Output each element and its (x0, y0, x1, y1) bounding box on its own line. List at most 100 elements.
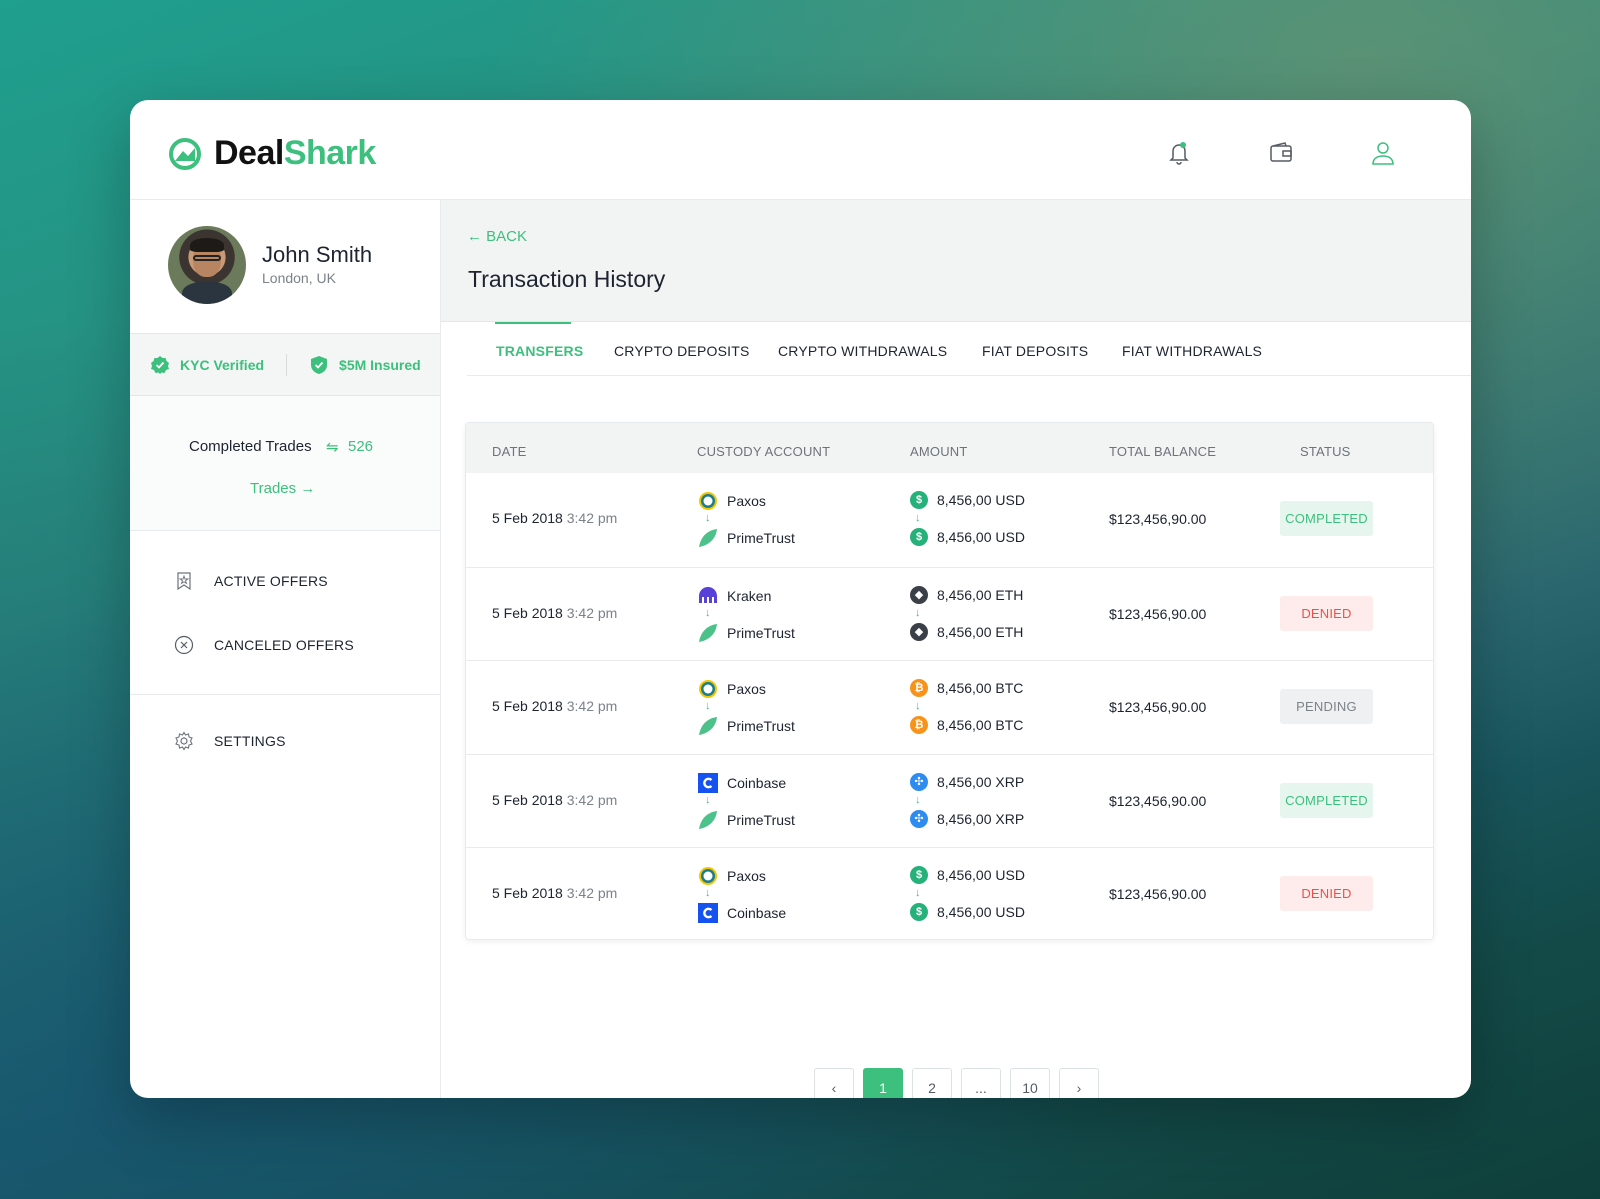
tab-fiat-deposits[interactable]: FIAT DEPOSITS (982, 343, 1088, 359)
amount-to-value: 8,456,00 USD (937, 904, 1025, 920)
cell-date: 5 Feb 2018 3:42 pm (492, 605, 617, 621)
arrow-down-icon: ↓ (705, 512, 711, 524)
destination-account-name: PrimeTrust (727, 811, 795, 828)
cell-date: 5 Feb 2018 3:42 pm (492, 792, 617, 808)
xrp-coin-icon: ✣ (910, 772, 928, 791)
date-text: 5 Feb 2018 (492, 791, 563, 808)
arrow-down-icon: ↓ (915, 793, 921, 806)
coinbase-logo-icon (697, 772, 719, 794)
arrow-down-icon: ↓ (705, 793, 711, 806)
total-balance: $123,456,90.00 (1109, 699, 1207, 715)
trades-link[interactable]: Trades → (250, 480, 315, 497)
page-button-2[interactable]: 2 (912, 1068, 952, 1098)
status-badge: PENDING (1280, 689, 1373, 724)
wallet-icon[interactable] (1268, 140, 1294, 166)
destination-account: PrimeTrust (697, 715, 795, 737)
avatar[interactable] (168, 226, 246, 304)
arrow-down-icon: ↓ (915, 887, 921, 899)
sidebar-item-label: CANCELED OFFERS (214, 637, 354, 653)
column-header-total-balance[interactable]: TOTAL BALANCE (1109, 444, 1216, 459)
back-button[interactable]: ← BACK (467, 228, 527, 245)
logo-icon (169, 137, 201, 170)
source-account-name: Paxos (727, 493, 766, 509)
circle-x-icon (174, 635, 194, 655)
primetrust-logo-icon (697, 527, 719, 549)
table-row[interactable]: 5 Feb 2018 3:42 pm Paxos ↓ Coinbase $8,4… (466, 847, 1433, 939)
amount-to-value: 8,456,00 ETH (937, 623, 1024, 640)
tab-transfers[interactable]: TRANSFERS (496, 343, 583, 359)
destination-account-name: PrimeTrust (727, 718, 795, 734)
arrow-left-icon: ← (467, 228, 482, 245)
column-header-custody-account[interactable]: CUSTODY ACCOUNT (697, 444, 830, 459)
primetrust-logo-icon (697, 809, 719, 831)
status-badge: DENIED (1280, 876, 1373, 911)
time-text: 3:42 pm (566, 604, 618, 621)
profile-location: London, UK (262, 270, 336, 286)
column-header-amount[interactable]: AMOUNT (910, 444, 968, 459)
table-header: DATE CUSTODY ACCOUNT AMOUNT TOTAL BALANC… (466, 423, 1433, 473)
transactions-table: DATE CUSTODY ACCOUNT AMOUNT TOTAL BALANC… (465, 422, 1434, 940)
sidebar-item-settings[interactable]: SETTINGS (174, 731, 286, 751)
page-button-10[interactable]: 10 (1010, 1068, 1050, 1098)
time-text: 3:42 pm (566, 510, 618, 526)
time-text: 3:42 pm (566, 885, 618, 901)
chevron-left-icon: ‹ (831, 1080, 837, 1096)
arrow-right-icon: → (300, 480, 316, 497)
amount-to: $8,456,00 USD (910, 528, 1025, 546)
logo[interactable]: DealShark (168, 134, 376, 173)
prev-page-button[interactable]: ‹ (814, 1068, 854, 1098)
source-account-name: Kraken (727, 587, 772, 604)
amount-from-value: 8,456,00 USD (937, 492, 1025, 508)
amount-from-value: 8,456,00 XRP (937, 773, 1025, 790)
tab-crypto-withdrawals[interactable]: CRYPTO WITHDRAWALS (778, 343, 947, 359)
date-text: 5 Feb 2018 (492, 885, 563, 901)
paxos-logo-icon (697, 865, 719, 887)
divider (286, 353, 288, 376)
sidebar-item-label: SETTINGS (214, 733, 286, 749)
user-icon[interactable] (1370, 140, 1396, 166)
brand-name: DealShark (214, 134, 376, 173)
bell-icon[interactable] (1166, 140, 1192, 166)
status-badge: COMPLETED (1280, 501, 1373, 536)
sidebar-item-canceled-offers[interactable]: CANCELED OFFERS (174, 635, 354, 655)
cell-date: 5 Feb 2018 3:42 pm (492, 698, 617, 714)
arrow-down-icon: ↓ (915, 512, 921, 524)
tab-fiat-withdrawals[interactable]: FIAT WITHDRAWALS (1122, 343, 1262, 359)
destination-account-name: Coinbase (727, 905, 787, 921)
column-header-status[interactable]: STATUS (1300, 444, 1351, 459)
column-header-date[interactable]: DATE (492, 444, 527, 459)
amount-from-value: 8,456,00 ETH (937, 586, 1024, 603)
insured-badge: $5M Insured (309, 355, 421, 375)
tab-crypto-deposits[interactable]: CRYPTO DEPOSITS (614, 343, 750, 359)
active-tab-indicator (495, 322, 571, 324)
source-account: Paxos (697, 678, 766, 700)
coinbase-logo-icon (697, 902, 719, 924)
arrow-down-icon: ↓ (915, 700, 921, 712)
table-row[interactable]: 5 Feb 2018 3:42 pm Paxos ↓ PrimeTrust ₿ 8… (466, 660, 1433, 754)
table-row[interactable]: 5 Feb 2018 3:42 pm Kraken ↓ PrimeTrust ◆… (466, 566, 1433, 661)
verification-badges: KYC Verified $5M Insured (130, 333, 440, 396)
page-ellipsis[interactable]: ... (961, 1068, 1001, 1098)
amount-to-value: 8,456,00 BTC (937, 717, 1024, 733)
table-row[interactable]: 5 Feb 2018 3:42 pm Coinbase ↓ PrimeTrust… (466, 753, 1433, 848)
page-button-1[interactable]: 1 (863, 1068, 903, 1098)
sidebar-item-active-offers[interactable]: ACTIVE OFFERS (174, 571, 328, 591)
total-balance: $123,456,90.00 (1109, 605, 1207, 622)
offers-menu: ACTIVE OFFERS CANCELED OFFERS (130, 531, 440, 695)
status-badge: COMPLETED (1280, 782, 1373, 818)
usd-coin-icon: $ (910, 903, 928, 921)
arrow-down-icon: ↓ (915, 606, 921, 619)
destination-account-name: PrimeTrust (727, 624, 795, 641)
amount-to: ₿ 8,456,00 BTC (910, 716, 1023, 734)
bookmark-star-icon (177, 572, 191, 591)
primetrust-logo-icon (697, 622, 719, 644)
amount-to: ✣ 8,456,00 XRP (910, 809, 1024, 828)
btc-coin-icon: ₿ (910, 679, 928, 697)
amount-to: $8,456,00 USD (910, 903, 1025, 921)
destination-account: PrimeTrust (697, 809, 795, 831)
next-page-button[interactable]: › (1059, 1068, 1099, 1098)
profile-card: John Smith London, UK (130, 200, 440, 333)
paxos-logo-icon (697, 678, 719, 700)
table-row[interactable]: 5 Feb 2018 3:42 pm Paxos ↓ PrimeTrust $8… (466, 473, 1433, 567)
xrp-coin-icon: ✣ (910, 809, 928, 828)
